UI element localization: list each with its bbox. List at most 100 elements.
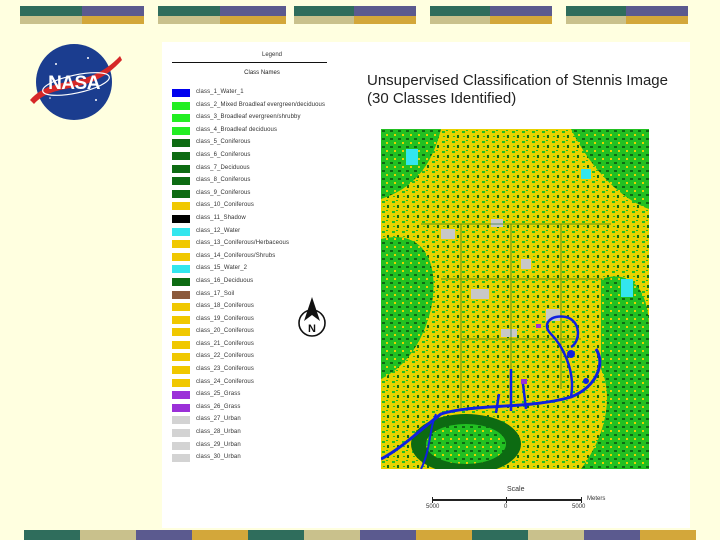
legend-swatch: [172, 429, 190, 438]
logo-text: NASA: [48, 73, 101, 94]
legend-item: class_22_Coniferous: [172, 351, 362, 364]
footer-bar: [528, 530, 584, 540]
legend-item: class_18_Coniferous: [172, 301, 362, 314]
footer-bar: [472, 530, 528, 540]
legend-label: class_20_Coniferous: [196, 328, 254, 335]
legend-title: Legend: [261, 52, 283, 58]
header-bar: [220, 16, 286, 24]
north-arrow-icon: N: [298, 297, 326, 337]
scale-label: 5000: [426, 504, 440, 510]
slide-title-line: Unsupervised Classification of Stennis I…: [367, 72, 668, 89]
legend-item: class_13_Coniferous/Herbaceous: [172, 238, 362, 251]
legend-item: class_20_Coniferous: [172, 326, 362, 339]
legend-label: class_8_Coniferous: [196, 177, 251, 184]
slide-title: Unsupervised Classification of Stennis I…: [367, 72, 668, 108]
header-bar: [20, 16, 82, 24]
legend-item: class_16_Deciduous: [172, 276, 362, 289]
legend-swatch: [172, 277, 190, 286]
header-bar: [490, 16, 552, 24]
legend-label: class_5_Coniferous: [196, 139, 251, 146]
legend: class_1_Water_1 class_2_Mixed Broadleaf e…: [172, 87, 362, 465]
legend-swatch: [172, 340, 190, 349]
footer-bar: [584, 530, 640, 540]
legend-item: class_24_Coniferous: [172, 377, 362, 390]
map-panel: Legend Class Names class_1_Water_1 class_…: [162, 42, 690, 528]
legend-label: class_14_Coniferous/Shrubs: [196, 252, 276, 259]
legend-label: class_23_Coniferous: [196, 366, 254, 373]
header-bar: [158, 6, 220, 16]
legend-item: class_1_Water_1: [172, 87, 362, 100]
legend-swatch: [172, 315, 190, 324]
header-bar: [626, 16, 688, 24]
legend-swatch: [172, 391, 190, 400]
legend-swatch: [172, 126, 190, 135]
scale-label: 0: [504, 504, 508, 510]
scale-label: 5000: [572, 504, 586, 510]
north-letter: N: [308, 323, 316, 335]
legend-item: class_19_Coniferous: [172, 314, 362, 327]
legend-item: class_11_Shadow: [172, 213, 362, 226]
legend-label: class_17_Soil: [196, 290, 235, 297]
legend-swatch: [172, 252, 190, 261]
legend-label: class_28_Urban: [196, 429, 241, 436]
legend-swatch: [172, 366, 190, 375]
legend-swatch: [172, 265, 190, 274]
legend-swatch: [172, 378, 190, 387]
legend-item: class_3_Broadleaf evergreen/shrubby: [172, 112, 362, 125]
legend-label: class_30_Urban: [196, 454, 241, 461]
header-bar: [158, 16, 220, 24]
legend-item: class_14_Coniferous/Shrubs: [172, 251, 362, 264]
scale-tick: [432, 497, 433, 503]
legend-label: class_25_Grass: [196, 391, 241, 398]
legend-item: class_28_Urban: [172, 427, 362, 440]
header-bar: [82, 16, 144, 24]
header-bar: [20, 6, 82, 16]
legend-swatch: [172, 202, 190, 211]
footer-bar: [416, 530, 472, 540]
legend-label: class_29_Urban: [196, 441, 241, 448]
legend-item: class_2_Mixed Broadleaf evergreen/decidu…: [172, 100, 362, 113]
legend-item: class_23_Coniferous: [172, 364, 362, 377]
legend-swatch: [172, 189, 190, 198]
legend-item: class_10_Coniferous: [172, 200, 362, 213]
legend-label: class_1_Water_1: [196, 89, 244, 95]
header-bar: [566, 16, 626, 24]
legend-label: class_26_Grass: [196, 403, 241, 410]
legend-swatch: [172, 353, 190, 362]
footer-bar: [248, 530, 304, 540]
legend-swatch: [172, 114, 190, 123]
legend-swatch: [172, 139, 190, 148]
legend-swatch: [172, 441, 190, 450]
legend-swatch: [172, 177, 190, 186]
scale-unit: Meters: [587, 496, 606, 502]
header-bar: [430, 16, 490, 24]
header-bar: [430, 6, 490, 16]
legend-swatch: [172, 454, 190, 463]
legend-divider: [172, 62, 327, 63]
legend-item: class_27_Urban: [172, 414, 362, 427]
header-bar: [294, 16, 354, 24]
legend-label: class_12_Water: [196, 227, 241, 234]
legend-label: class_27_Urban: [196, 416, 241, 423]
scale-title: Scale: [507, 486, 525, 493]
footer-bar: [304, 530, 360, 540]
legend-item: class_25_Grass: [172, 389, 362, 402]
legend-subtitle: Class Names: [244, 70, 280, 76]
header-bar: [82, 6, 144, 16]
legend-swatch: [172, 403, 190, 412]
legend-swatch: [172, 240, 190, 249]
legend-swatch: [172, 227, 190, 236]
slide-title-line: (30 Classes Identified): [367, 90, 517, 107]
footer-bar: [192, 530, 248, 540]
legend-item: class_7_Deciduous: [172, 163, 362, 176]
legend-label: class_22_Coniferous: [196, 353, 254, 360]
legend-swatch: [172, 303, 190, 312]
legend-label: class_18_Coniferous: [196, 303, 254, 310]
legend-swatch: [172, 101, 190, 110]
legend-item: class_5_Coniferous: [172, 137, 362, 150]
legend-swatch: [172, 214, 190, 223]
legend-label: class_24_Coniferous: [196, 378, 254, 385]
legend-swatch: [172, 290, 190, 299]
legend-label: class_13_Coniferous/Herbaceous: [196, 240, 290, 247]
legend-swatch: [172, 328, 190, 337]
